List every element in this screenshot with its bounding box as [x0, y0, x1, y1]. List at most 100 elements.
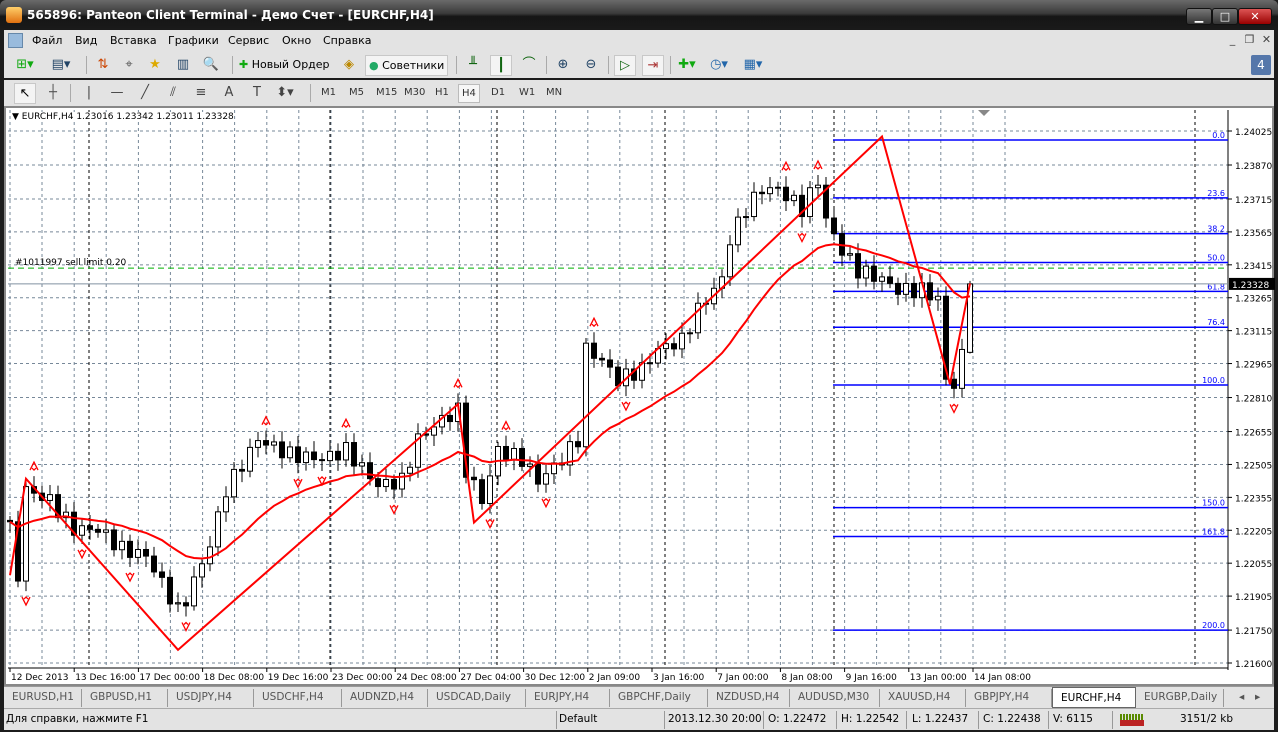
tab-eurjpy-h4[interactable]: EURJPY,H4 [526, 689, 610, 707]
candle-body [447, 414, 453, 423]
fractal-up-arrow [261, 415, 271, 426]
candle [559, 452, 565, 471]
price-tick-label: 1.22355 [1235, 494, 1272, 504]
candle-body [519, 447, 525, 467]
fractal-down-arrow [485, 518, 495, 529]
fractal-down-arrow [293, 478, 303, 489]
current-price-label: 1.23328 [1232, 281, 1269, 291]
price-tick-label: 1.23415 [1235, 262, 1272, 272]
price-tick-label: 1.22965 [1235, 361, 1272, 371]
candle-body [527, 463, 533, 467]
candle-body [871, 265, 877, 282]
time-tick-label: 19 Dec 16:00 [268, 673, 329, 683]
scroll-left-icon[interactable]: ◂ [1236, 689, 1247, 707]
candle-body [119, 540, 125, 551]
candle-body [167, 576, 173, 605]
fibo-level-label: 0.0 [1212, 131, 1225, 140]
time-tick-label: 12 Dec 2013 [11, 673, 69, 683]
candle [823, 177, 829, 228]
candle-body [535, 463, 541, 485]
candle [663, 333, 669, 360]
candle-body [127, 540, 133, 558]
fractal-up-arrow [781, 160, 791, 172]
candle-body [359, 462, 365, 467]
candle [735, 208, 741, 253]
price-tick-label: 1.23870 [1235, 162, 1272, 172]
tab-gbpchf-daily[interactable]: GBPCHF,Daily [610, 689, 708, 707]
fractal-down-arrow [949, 403, 959, 414]
candle [319, 453, 325, 471]
price-tick-label: 1.23715 [1235, 196, 1272, 206]
candle [847, 245, 853, 261]
candle [607, 349, 613, 379]
candle-body [239, 468, 245, 472]
tab-gbpusd-h1[interactable]: GBPUSD,H1 [82, 689, 168, 707]
price-tick-label: 1.23565 [1235, 229, 1272, 239]
candle-body [895, 282, 901, 295]
candle-body [231, 468, 237, 498]
candle [783, 176, 789, 211]
candle-body [87, 525, 93, 530]
candle-body [343, 442, 349, 461]
candle [887, 265, 893, 289]
tab-xauusd-h4[interactable]: XAUUSD,H4 [880, 689, 966, 707]
candle [431, 416, 437, 446]
candle [511, 442, 517, 471]
candle [759, 185, 765, 205]
candle-body [335, 450, 341, 461]
tab-gbpjpy-h4[interactable]: GBPJPY,H4 [966, 689, 1052, 707]
tab-eurchf-h4[interactable]: EURCHF,H4 [1052, 687, 1136, 708]
time-tick-label: 8 Jan 08:00 [781, 673, 833, 683]
fibo-level-label: 38.2 [1207, 225, 1225, 234]
status-volume: V: 6115 [1053, 713, 1093, 725]
candle [519, 438, 525, 472]
candle-body [935, 295, 941, 301]
candle [503, 435, 509, 467]
tab-nzdusd-h4[interactable]: NZDUSD,H4 [708, 689, 790, 707]
fractal-down-arrow [125, 572, 135, 583]
time-tick-label: 24 Dec 08:00 [396, 673, 457, 683]
chart-shift-marker [978, 110, 990, 116]
tab-usdchf-h4[interactable]: USDCHF,H4 [254, 689, 342, 707]
candle-body [855, 253, 861, 279]
candle [359, 454, 365, 476]
fibo-level-label: 100.0 [1202, 376, 1225, 385]
candle-body [7, 519, 13, 523]
candle-body [743, 216, 749, 219]
tab-usdjpy-h4[interactable]: USDJPY,H4 [168, 689, 254, 707]
candle-body [111, 529, 117, 551]
candle [263, 430, 269, 455]
candle [327, 441, 333, 467]
candle-body [287, 446, 293, 459]
tab-usdcad-daily[interactable]: USDCAD,Daily [428, 689, 526, 707]
candle [247, 438, 253, 478]
candle [695, 292, 701, 339]
candle-body [279, 441, 285, 459]
time-tick-label: 9 Jan 16:00 [846, 673, 898, 683]
candle-body [599, 357, 605, 361]
status-high: H: 1.22542 [841, 713, 900, 725]
pending-order-label[interactable]: #1011997 sell limit 0.20 [15, 258, 126, 268]
fractal-down-arrow [797, 232, 807, 243]
price-chart[interactable]: 1.24025 1.23870 1.23715 1.23565 1.23415 1.232… [0, 0, 1278, 690]
candle-body [679, 332, 685, 350]
candle-body [479, 479, 485, 504]
tab-eurgbp-daily[interactable]: EURGBP,Daily [1136, 689, 1224, 707]
chart-symbol-ohlc: EURCHF,H4 1.23016 1.23342 1.23011 1.2332… [21, 112, 234, 122]
tab-audusd-m30[interactable]: AUDUSD,M30 [790, 689, 880, 707]
candle [751, 182, 757, 222]
status-traffic: 3151/2 kb [1180, 713, 1234, 725]
candle [959, 338, 965, 398]
tab-audnzd-h4[interactable]: AUDNZD,H4 [342, 689, 428, 707]
candle-body [903, 282, 909, 295]
candle [343, 433, 349, 467]
scroll-right-icon[interactable]: ▸ [1252, 689, 1263, 707]
candle [167, 569, 173, 613]
candle [791, 190, 797, 207]
tab-eurusd-h1[interactable]: EURUSD,H1 [4, 689, 82, 707]
candle [895, 277, 901, 306]
candle-body [295, 446, 301, 464]
candle-body [927, 282, 933, 301]
fractal-up-arrow [589, 316, 599, 328]
candle [911, 276, 917, 307]
